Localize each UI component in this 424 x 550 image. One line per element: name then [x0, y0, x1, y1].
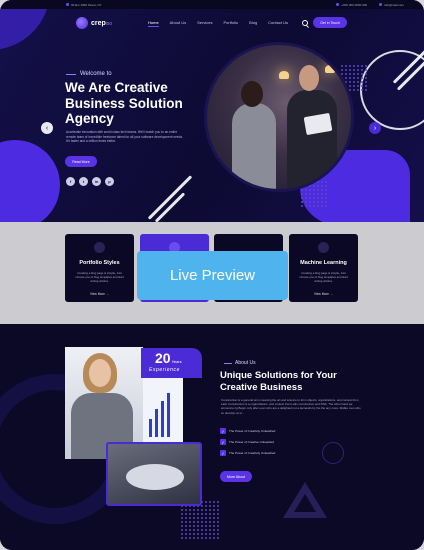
chart-board-graphic	[143, 372, 183, 447]
person-head-graphic	[241, 81, 263, 107]
decorative-ring	[360, 50, 424, 130]
about-image-meeting	[106, 442, 202, 506]
person-graphic	[232, 103, 276, 189]
years-number: 20	[155, 350, 171, 366]
search-icon[interactable]	[302, 20, 308, 26]
view-more-link[interactable]: View More →	[65, 292, 134, 296]
years-unit: Years	[171, 359, 182, 364]
chart-bar-graphic	[167, 393, 170, 437]
hero-description: Accelerate innovation with world class t…	[66, 130, 183, 144]
about-description: Construction is a general term meaning t…	[221, 398, 361, 415]
phone-info: +000 000 0000 000	[336, 3, 367, 7]
check-text: The Power of Creativity Unleashed	[229, 451, 276, 455]
nav-item-services[interactable]: Services	[197, 20, 212, 27]
about-title: Unique Solutions for Your Creative Busin…	[220, 370, 337, 393]
email-info: info@mail.com	[379, 3, 404, 7]
experience-label: Experience	[149, 367, 181, 373]
mail-icon	[379, 3, 383, 6]
nav-item-about[interactable]: About Us	[170, 20, 186, 27]
service-card[interactable]: Machine Learning Creating a blog page is…	[289, 234, 358, 302]
facebook-icon[interactable]: f	[66, 177, 75, 186]
nav-item-portfolio[interactable]: Portfolio	[223, 20, 238, 27]
main-nav: crepiso Home About Us Services Portfolio…	[0, 9, 424, 39]
card-description: Creating a blog page is simple. Just cho…	[299, 271, 348, 283]
live-preview-button[interactable]: Live Preview	[137, 251, 288, 300]
get-in-touch-button[interactable]: Get in Touch	[313, 17, 347, 28]
pinterest-icon[interactable]: p	[105, 177, 114, 186]
twitter-icon[interactable]: t	[79, 177, 88, 186]
machine-learning-icon	[318, 242, 329, 253]
logo-suffix: iso	[105, 20, 113, 27]
top-info-bar: 00 Ext 1996 Street, NY +000 000 0000 000…	[0, 0, 424, 9]
chart-bar-graphic	[149, 419, 152, 437]
hero-image	[204, 42, 354, 192]
person-face-graphic	[89, 359, 111, 387]
view-more-link[interactable]: View More →	[289, 292, 358, 296]
page-frame: Welcome to We Are Creative Business Solu…	[0, 0, 424, 550]
meeting-table-graphic	[126, 464, 184, 490]
portfolio-icon	[94, 242, 105, 253]
check-icon: ✓	[220, 450, 226, 456]
decorative-stripe	[147, 175, 193, 220]
card-description: Creating a blog page is simple. Just cho…	[75, 271, 124, 283]
phone-icon	[336, 3, 340, 6]
location-icon	[66, 3, 69, 6]
nav-item-home[interactable]: Home	[148, 20, 159, 27]
phone-text: +000 000 0000 000	[341, 2, 368, 7]
lamp-graphic	[325, 65, 335, 73]
list-item: ✓ The Power of Creativity Unleashed	[220, 450, 275, 456]
logo[interactable]: crepiso	[76, 17, 112, 29]
nav-item-contact[interactable]: Contact Us	[268, 20, 288, 27]
about-eyebrow: About Us	[224, 360, 256, 366]
hero-eyebrow: Welcome to	[66, 71, 112, 77]
check-icon: ✓	[220, 428, 226, 434]
social-links: f t in p	[66, 177, 118, 186]
check-icon: ✓	[220, 439, 226, 445]
service-card[interactable]: Portfolio Styles Creating a blog page is…	[65, 234, 134, 302]
lamp-graphic	[279, 71, 289, 79]
chart-bar-graphic	[161, 401, 164, 437]
decorative-triangle-inner	[294, 494, 316, 512]
check-list: ✓ The Power of Creativity Unleashed ✓ The …	[220, 428, 275, 461]
hero-title: We Are Creative Business Solution Agency	[65, 80, 183, 126]
read-more-button[interactable]: Read More	[65, 156, 97, 167]
next-slide-button[interactable]: ›	[369, 122, 381, 134]
address-info: 00 Ext 1996 Street, NY	[66, 3, 102, 7]
linkedin-icon[interactable]: in	[92, 177, 101, 186]
experience-badge: 20Years Experience	[141, 348, 202, 378]
chart-bar-graphic	[155, 409, 158, 437]
card-title: Portfolio Styles	[79, 260, 120, 266]
more-about-button[interactable]: More About	[220, 471, 252, 482]
nav-item-blog[interactable]: Blog	[249, 20, 257, 27]
person-graphic	[287, 90, 337, 189]
address-text: 00 Ext 1996 Street, NY	[71, 2, 102, 7]
card-title: Machine Learning	[300, 260, 347, 266]
about-section: 20Years Experience About Us Unique Solut…	[0, 324, 424, 550]
logo-name: crep	[91, 19, 106, 27]
decorative-blob	[0, 140, 60, 222]
list-item: ✓ The Power of Creativity Unleashed	[220, 428, 275, 434]
person-head-graphic	[299, 65, 319, 91]
list-item: ✓ The Power of Creative Unleashed	[220, 439, 275, 445]
dots-pattern	[180, 500, 220, 540]
logo-icon	[76, 17, 88, 29]
email-text: info@mail.com	[384, 2, 404, 7]
check-text: The Power of Creative Unleashed	[229, 440, 275, 444]
decorative-ring	[322, 442, 344, 464]
prev-slide-button[interactable]: ‹	[41, 122, 53, 134]
check-text: The Power of Creativity Unleashed	[229, 429, 276, 433]
nav-menu: Home About Us Services Portfolio Blog Co…	[148, 20, 299, 27]
